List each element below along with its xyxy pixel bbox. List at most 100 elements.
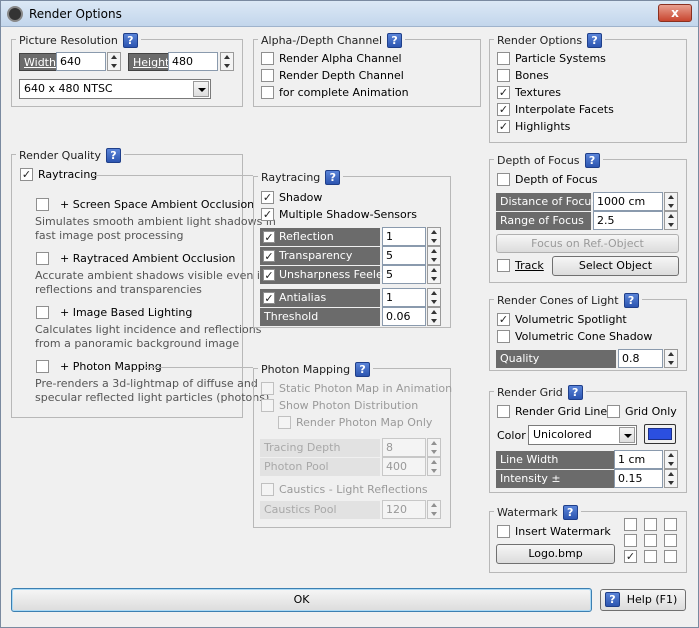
height-spinner[interactable] xyxy=(220,52,234,71)
range-of-focus-spinner[interactable] xyxy=(664,211,678,230)
help-button[interactable]: ? Help (F1) xyxy=(600,589,686,611)
complete-animation-checkbox[interactable]: for complete Animation xyxy=(261,86,409,99)
transparency-spinner[interactable] xyxy=(427,246,441,265)
bones-checkbox[interactable]: Bones xyxy=(497,69,549,82)
check-icon[interactable]: ✓ xyxy=(261,191,274,204)
reflection-spinner[interactable] xyxy=(427,227,441,246)
line-width-input[interactable]: 1 cm xyxy=(614,450,663,469)
checkbox-box[interactable] xyxy=(36,306,49,319)
position-middle-left[interactable] xyxy=(624,534,637,547)
check-icon[interactable]: ✓ xyxy=(261,208,274,221)
caustics-checkbox[interactable]: Caustics - Light Reflections xyxy=(261,483,428,496)
static-photon-map-checkbox[interactable]: Static Photon Map in Animation xyxy=(261,382,452,395)
checkbox-box[interactable] xyxy=(497,173,510,186)
grid-color-swatch[interactable] xyxy=(644,424,676,444)
position-top-left[interactable] xyxy=(624,518,637,531)
insert-watermark-checkbox[interactable]: Insert Watermark xyxy=(497,525,611,538)
photon-pool-spinner[interactable] xyxy=(427,457,441,476)
tracing-depth-input[interactable]: 8 xyxy=(382,438,426,457)
photon-mapping-checkbox[interactable]: + Photon Mapping xyxy=(36,360,162,373)
check-icon[interactable]: ✓ xyxy=(263,269,275,281)
title-bar[interactable]: Render Options x xyxy=(1,1,698,27)
render-depth-checkbox[interactable]: Render Depth Channel xyxy=(261,69,404,82)
photon-pool-input[interactable]: 400 xyxy=(382,457,426,476)
close-icon[interactable]: x xyxy=(658,4,692,22)
width-input[interactable]: 640 xyxy=(56,52,106,71)
chevron-down-icon[interactable] xyxy=(619,427,635,443)
checkbox-box[interactable] xyxy=(36,198,49,211)
antialias-label[interactable]: ✓ Antialias xyxy=(260,289,380,307)
checkbox-box[interactable] xyxy=(261,69,274,82)
position-bottom-center[interactable] xyxy=(644,550,657,563)
check-icon[interactable]: ✓ xyxy=(497,313,510,326)
reflection-label[interactable]: ✓ Reflection xyxy=(260,228,380,246)
raytraced-ao-checkbox[interactable]: + Raytraced Ambient Occlusion xyxy=(36,252,235,265)
threshold-input[interactable]: 0.06 xyxy=(382,307,426,326)
raytracing-checkbox[interactable]: ✓ Raytracing xyxy=(20,168,97,181)
ibl-checkbox[interactable]: + Image Based Lighting xyxy=(36,306,192,319)
help-icon[interactable]: ? xyxy=(567,384,583,400)
position-bottom-right[interactable] xyxy=(664,550,677,563)
reflection-input[interactable]: 1 xyxy=(382,227,426,246)
checkbox-box[interactable] xyxy=(497,259,510,272)
multi-shadow-checkbox[interactable]: ✓ Multiple Shadow-Sensors xyxy=(261,208,417,221)
checkbox-box[interactable] xyxy=(261,399,274,412)
distance-of-focus-spinner[interactable] xyxy=(664,192,678,211)
help-icon[interactable]: ? xyxy=(584,152,600,168)
help-icon[interactable]: ? xyxy=(122,32,138,48)
line-width-spinner[interactable] xyxy=(664,450,678,469)
check-icon[interactable]: ✓ xyxy=(497,86,510,99)
width-spinner[interactable] xyxy=(107,52,121,71)
checkbox-box[interactable] xyxy=(497,330,510,343)
help-icon[interactable]: ? xyxy=(355,361,371,377)
antialias-input[interactable]: 1 xyxy=(382,288,426,307)
quality-spinner[interactable] xyxy=(664,349,678,368)
check-icon[interactable]: ✓ xyxy=(20,168,33,181)
render-alpha-checkbox[interactable]: Render Alpha Channel xyxy=(261,52,402,65)
check-icon[interactable]: ✓ xyxy=(624,550,637,563)
intensity-spinner[interactable] xyxy=(664,469,678,488)
render-grid-lines-checkbox[interactable]: Render Grid Lines xyxy=(497,405,613,418)
checkbox-box[interactable] xyxy=(497,525,510,538)
select-object-button[interactable]: Select Object xyxy=(552,256,679,276)
position-top-right[interactable] xyxy=(664,518,677,531)
transparency-input[interactable]: 5 xyxy=(382,246,426,265)
check-icon[interactable]: ✓ xyxy=(497,103,510,116)
unsharpness-input[interactable]: 5 xyxy=(382,265,426,284)
transparency-label[interactable]: ✓ Transparency xyxy=(260,247,380,265)
grid-only-checkbox[interactable]: Grid Only xyxy=(607,405,677,418)
check-icon[interactable]: ✓ xyxy=(497,120,510,133)
range-of-focus-input[interactable]: 2.5 xyxy=(593,211,663,230)
textures-checkbox[interactable]: ✓ Textures xyxy=(497,86,561,99)
volumetric-cone-shadow-checkbox[interactable]: Volumetric Cone Shadow xyxy=(497,330,652,343)
interpolate-facets-checkbox[interactable]: ✓ Interpolate Facets xyxy=(497,103,614,116)
render-photon-only-checkbox[interactable]: Render Photon Map Only xyxy=(278,416,432,429)
grid-color-select[interactable]: Unicolored xyxy=(528,425,637,445)
ssao-checkbox[interactable]: + Screen Space Ambient Occlusion xyxy=(36,198,254,211)
unsharpness-spinner[interactable] xyxy=(427,265,441,284)
volumetric-spotlight-checkbox[interactable]: ✓ Volumetric Spotlight xyxy=(497,313,627,326)
quality-input[interactable]: 0.8 xyxy=(618,349,663,368)
tracing-depth-spinner[interactable] xyxy=(427,438,441,457)
checkbox-box[interactable] xyxy=(261,483,274,496)
checkbox-box[interactable] xyxy=(261,382,274,395)
particle-systems-checkbox[interactable]: Particle Systems xyxy=(497,52,606,65)
checkbox-box[interactable] xyxy=(607,405,620,418)
checkbox-box[interactable] xyxy=(497,52,510,65)
position-middle-center[interactable] xyxy=(644,534,657,547)
shadow-checkbox[interactable]: ✓ Shadow xyxy=(261,191,322,204)
checkbox-box[interactable] xyxy=(36,252,49,265)
help-icon[interactable]: ? xyxy=(562,504,578,520)
antialias-spinner[interactable] xyxy=(427,288,441,307)
watermark-file-button[interactable]: Logo.bmp xyxy=(496,544,615,564)
caustics-pool-spinner[interactable] xyxy=(427,500,441,519)
focus-on-ref-object-button[interactable]: Focus on Ref.-Object xyxy=(496,234,679,253)
checkbox-box[interactable] xyxy=(497,69,510,82)
checkbox-box[interactable] xyxy=(261,86,274,99)
help-icon[interactable]: ? xyxy=(105,147,121,163)
depth-of-focus-checkbox[interactable]: Depth of Focus xyxy=(497,173,598,186)
check-icon[interactable]: ✓ xyxy=(263,250,275,262)
chevron-down-icon[interactable] xyxy=(193,81,209,97)
check-icon[interactable]: ✓ xyxy=(263,292,275,304)
check-icon[interactable]: ✓ xyxy=(263,231,275,243)
